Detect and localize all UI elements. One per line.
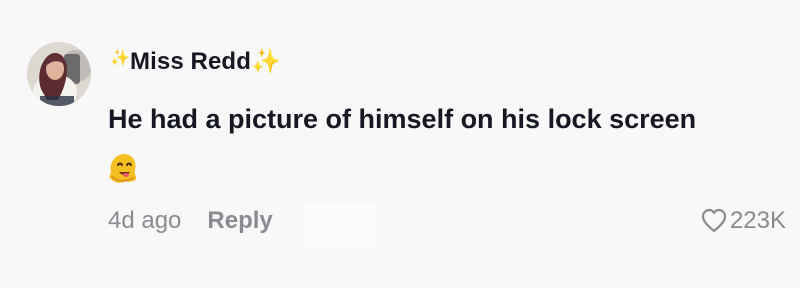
- like-button[interactable]: 223K: [700, 203, 786, 239]
- like-count: 223K: [729, 207, 786, 234]
- comment-meta: 4d ago Reply: [108, 203, 273, 239]
- melting-face-emoji-icon: [106, 151, 140, 185]
- heart-icon: [700, 207, 728, 235]
- comment-text: He had a picture of himself on his lock …: [108, 104, 697, 134]
- avatar[interactable]: [27, 42, 91, 106]
- comment-item: ✨ Miss Redd ✨ He had a picture of himsel…: [0, 0, 800, 288]
- reply-hit-area: [305, 203, 375, 247]
- username: Miss Redd: [130, 48, 251, 75]
- username-row[interactable]: ✨ Miss Redd ✨: [110, 44, 281, 80]
- reply-button[interactable]: Reply: [207, 207, 272, 235]
- sparkle-icon: ✨: [250, 48, 281, 75]
- comment-timestamp: 4d ago: [108, 207, 182, 234]
- sparkle-icon: ✨: [110, 50, 131, 67]
